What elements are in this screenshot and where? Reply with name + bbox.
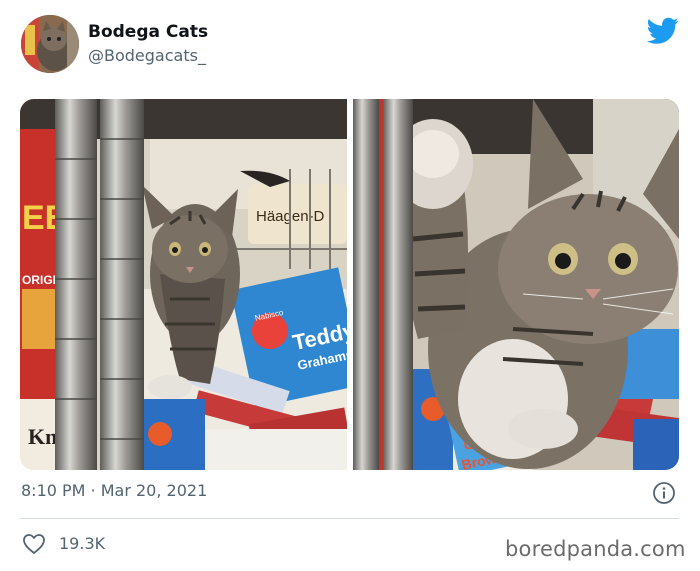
tweet-media[interactable]: Häagen-D EEZ ORIGINA Kno (20, 99, 679, 470)
avatar-image (21, 15, 79, 73)
twitter-bird-icon[interactable] (647, 17, 679, 45)
photo-left-image: Häagen-D EEZ ORIGINA Kno (20, 99, 347, 470)
photo-right-image: Cosy Browni dy (353, 99, 679, 470)
watermark: boredpanda.com (505, 537, 686, 561)
avatar[interactable] (21, 15, 79, 73)
author-display-name[interactable]: Bodega Cats (88, 22, 208, 42)
photo-kitten-behind-bars[interactable]: Häagen-D EEZ ORIGINA Kno (20, 99, 347, 470)
heart-icon[interactable] (22, 533, 46, 555)
photo-kitten-waving[interactable]: Cosy Browni dy (353, 99, 679, 470)
tweet-timestamp[interactable]: 8:10 PM · Mar 20, 2021 (21, 481, 207, 500)
tweet-card: Bodega Cats @Bodegacats_ Häagen-D ORIGIN… (0, 0, 700, 571)
info-icon[interactable] (652, 481, 676, 505)
divider (20, 518, 679, 519)
author-handle[interactable]: @Bodegacats_ (88, 46, 206, 65)
likes-count[interactable]: 19.3K (59, 534, 105, 553)
